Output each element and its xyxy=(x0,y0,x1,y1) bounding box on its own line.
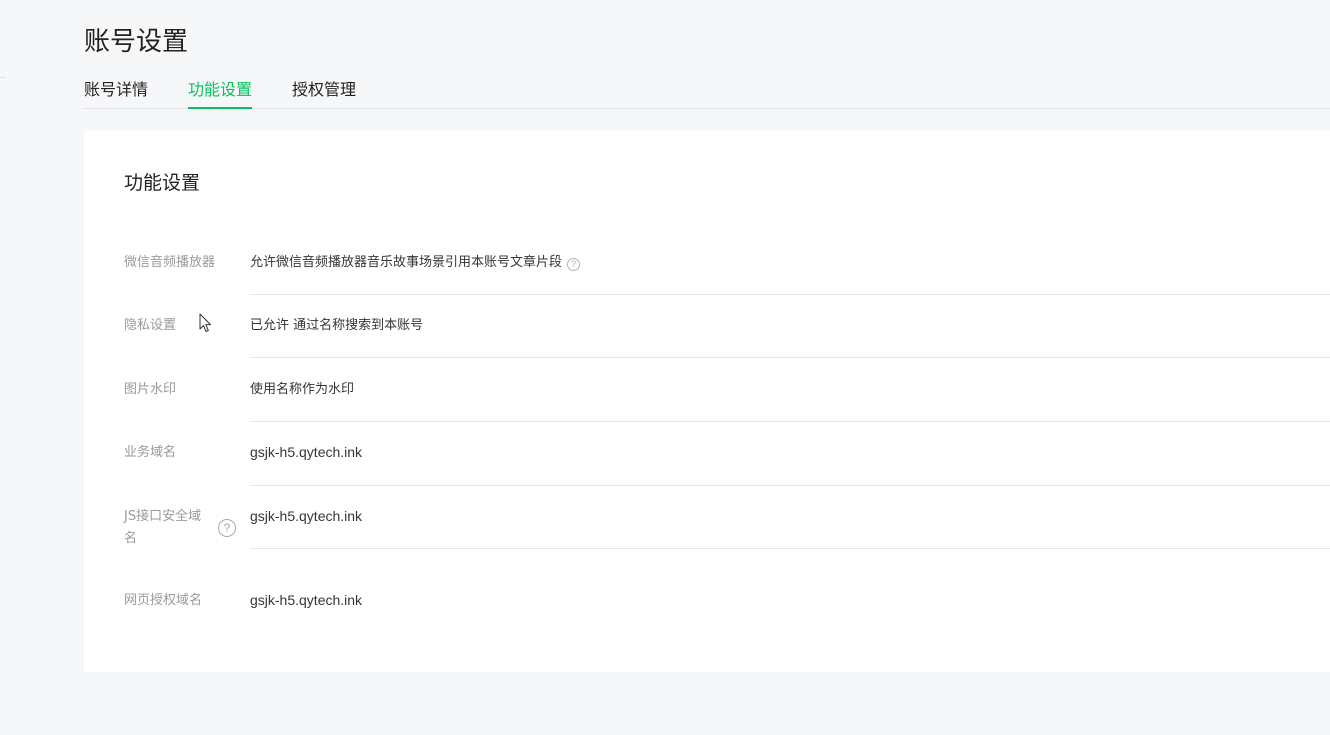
mouse-cursor-icon xyxy=(199,313,211,332)
tab-account-details[interactable]: 账号详情 xyxy=(84,76,148,107)
setting-value-audio-player-text: 允许微信音频播放器音乐故事场景引用本账号文章片段 xyxy=(250,255,563,270)
tab-authorization-management[interactable]: 授权管理 xyxy=(292,76,356,107)
setting-value-business-domain: gsjk-h5.qytech.ink xyxy=(250,444,363,460)
tab-feature-settings[interactable]: 功能设置 xyxy=(188,76,253,109)
setting-label-oauth-domain: 网页授权域名 xyxy=(124,593,203,608)
question-circle-icon[interactable]: ? xyxy=(218,519,236,537)
row-divider xyxy=(250,485,1330,486)
row-divider xyxy=(250,548,1330,549)
row-divider xyxy=(250,357,1330,358)
setting-value-oauth-domain: gsjk-h5.qytech.ink xyxy=(250,592,363,608)
setting-label-business-domain: 业务域名 xyxy=(124,445,177,460)
question-circle-icon[interactable]: ? xyxy=(567,258,581,271)
setting-label-watermark: 图片水印 xyxy=(124,382,177,397)
setting-label-js-domain: JS接口安全域名 xyxy=(124,509,202,546)
setting-value-audio-player: 允许微信音频播放器音乐故事场景引用本账号文章片段? xyxy=(250,252,581,274)
setting-value-watermark: 使用名称作为水印 xyxy=(250,382,355,397)
page-title: 账号设置 xyxy=(84,27,189,57)
row-divider xyxy=(250,421,1330,422)
card-title: 功能设置 xyxy=(124,172,201,194)
setting-value-privacy: 已允许 通过名称搜索到本账号 xyxy=(250,318,424,333)
feature-settings-card: 功能设置 微信音频播放器 允许微信音频播放器音乐故事场景引用本账号文章片段? 隐… xyxy=(84,131,1330,672)
left-edge-divider xyxy=(0,77,6,78)
setting-label-privacy: 隐私设置 xyxy=(124,318,177,333)
setting-value-js-domain: gsjk-h5.qytech.ink xyxy=(250,508,363,524)
row-divider xyxy=(250,294,1330,295)
setting-label-audio-player: 微信音频播放器 xyxy=(124,255,216,270)
settings-tabs: 账号详情 功能设置 授权管理 xyxy=(84,76,1330,109)
